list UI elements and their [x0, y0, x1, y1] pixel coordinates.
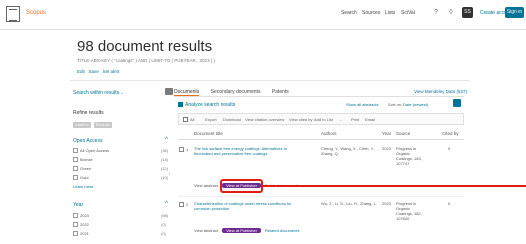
- facet-item[interactable]: 2023 (98): [73, 213, 168, 219]
- source[interactable]: Progress in Organic Coatings, 182, 10764…: [396, 201, 426, 221]
- document-title-link[interactable]: The low surface free energy coatings: Al…: [194, 146, 304, 156]
- search-query: TITLE-ABS-KEY ( "coatings" ) AND ( LIMIT…: [77, 58, 216, 63]
- facet-item[interactable]: All Open Access (36): [73, 148, 168, 154]
- annotation-highlight-box: [220, 179, 263, 193]
- col-source[interactable]: Source: [396, 131, 410, 136]
- search-within-button[interactable]: [165, 88, 173, 95]
- exclude-button[interactable]: Exclude: [94, 122, 112, 128]
- view-cited-by-button[interactable]: View cited by: [289, 117, 313, 122]
- row-divider: [178, 196, 464, 197]
- tab-documents[interactable]: Documents: [174, 89, 200, 96]
- checkbox[interactable]: [73, 175, 78, 181]
- download-button[interactable]: Download: [223, 117, 241, 122]
- email-icon[interactable]: Email: [365, 117, 375, 122]
- search-within-input[interactable]: Search within results...: [73, 90, 123, 96]
- facet-item[interactable]: Gold (10): [73, 175, 168, 181]
- year: 2023: [382, 146, 391, 151]
- checkbox[interactable]: [73, 166, 78, 172]
- authors[interactable]: Wu, Z., Li, S., Liu, H., Zhang, L.: [321, 201, 377, 206]
- chevron-up-icon[interactable]: ^: [165, 137, 168, 143]
- row-number: 1: [186, 147, 189, 152]
- checkbox[interactable]: [73, 213, 78, 219]
- learn-more-link[interactable]: Learn more: [73, 184, 93, 189]
- document-title-link[interactable]: Characterization of coatings under stres…: [194, 201, 304, 211]
- table-header-divider: [178, 139, 464, 140]
- year: 2023: [382, 201, 391, 206]
- facet-item[interactable]: 2021 (0): [73, 231, 166, 237]
- cited-by[interactable]: 0: [448, 201, 450, 206]
- row-actions: View abstract View at Publisher Related …: [194, 228, 300, 233]
- chart-icon: [178, 102, 183, 108]
- more-icon[interactable]: ...: [339, 117, 342, 122]
- add-to-list-button[interactable]: Add to List: [314, 117, 333, 122]
- refine-heading: Refine results: [73, 110, 104, 116]
- facet-item[interactable]: Green (12): [73, 166, 168, 172]
- row-checkbox[interactable]: [179, 202, 184, 207]
- facet-item[interactable]: Bronze (14): [73, 157, 168, 163]
- help-icon[interactable]: ?: [432, 9, 440, 17]
- show-all-abstracts-link[interactable]: Show all abstracts: [346, 102, 378, 107]
- chevron-up-icon[interactable]: ^: [165, 201, 168, 207]
- col-cited[interactable]: Cited by: [442, 131, 459, 136]
- elsevier-logo-icon[interactable]: [6, 6, 20, 22]
- refine-panel: Search within results... Refine results …: [70, 84, 173, 244]
- nav-search[interactable]: Search: [341, 10, 357, 16]
- citation-overview-button[interactable]: View citation overview: [245, 117, 284, 122]
- sign-in-button[interactable]: Sign in: [505, 7, 524, 18]
- brand-name[interactable]: Scopus: [26, 10, 46, 16]
- view-abstract-link[interactable]: View abstract: [194, 228, 218, 233]
- limit-to-button[interactable]: Limit to: [73, 122, 91, 128]
- page-title: 98 document results: [77, 38, 213, 55]
- tabs-divider: [174, 96, 464, 97]
- save-link[interactable]: Save: [89, 69, 99, 74]
- checkbox[interactable]: [73, 148, 78, 154]
- results-toolbar: All Export Download View citation overvi…: [178, 113, 464, 125]
- export-button[interactable]: Export: [205, 117, 217, 122]
- analyze-results-link[interactable]: Analyze search results: [178, 102, 235, 108]
- set-alert-link[interactable]: Set alert: [103, 69, 120, 74]
- view-abstract-link[interactable]: View abstract: [194, 183, 218, 188]
- nav-lists[interactable]: Lists: [385, 10, 395, 16]
- mendeley-data-link[interactable]: View Mendeley Data (527): [414, 89, 467, 94]
- tab-secondary-documents[interactable]: Secondary documents: [211, 89, 261, 95]
- checkbox[interactable]: [73, 231, 78, 237]
- cited-by[interactable]: 0: [448, 146, 450, 151]
- feedback-arrow-icon[interactable]: ›: [169, 171, 173, 176]
- authors[interactable]: Cheng, Y., Wang, X., Chen, Y., Zhang, Q.: [321, 146, 377, 156]
- print-icon[interactable]: Print: [351, 117, 359, 122]
- nav-scival[interactable]: SciVal: [401, 10, 415, 16]
- select-all-checkbox[interactable]: [183, 117, 188, 122]
- row-number: 2: [186, 202, 189, 207]
- checkbox[interactable]: [73, 157, 78, 163]
- table-row: 2 Characterization of coatings under str…: [178, 200, 464, 230]
- bell-icon[interactable]: ◊: [447, 9, 455, 17]
- annotation-pointer-line: [263, 184, 526, 187]
- query-actions: Edit Save Set alert: [77, 69, 119, 74]
- row-checkbox[interactable]: [179, 147, 184, 152]
- checkbox[interactable]: [73, 222, 78, 228]
- facet-item[interactable]: 2022 (0): [73, 222, 166, 228]
- source[interactable]: Progress in Organic Coatings, 183, 10774…: [396, 146, 426, 166]
- divider: [70, 80, 470, 81]
- result-tabs: Documents Secondary documents Patents: [174, 89, 299, 96]
- sort-dropdown-button[interactable]: [453, 99, 461, 107]
- edit-link[interactable]: Edit: [77, 69, 85, 74]
- col-authors[interactable]: Authors: [321, 131, 337, 136]
- col-title[interactable]: Document title: [194, 131, 223, 136]
- view-at-publisher-button[interactable]: View at Publisher: [222, 228, 261, 233]
- open-access-heading[interactable]: Open Access: [73, 138, 102, 144]
- avatar[interactable]: SS: [462, 7, 473, 18]
- col-year[interactable]: Year: [382, 131, 391, 136]
- tab-patents[interactable]: Patents: [272, 89, 289, 95]
- top-bar: Scopus Search Sources Lists SciVal ? ◊ S…: [0, 0, 526, 30]
- nav-sources[interactable]: Sources: [362, 10, 380, 16]
- sort-by[interactable]: Sort on: Date (newest): [388, 102, 428, 107]
- related-documents-link[interactable]: Related documents: [265, 228, 299, 233]
- all-dropdown[interactable]: All: [190, 117, 194, 122]
- year-heading[interactable]: Year: [73, 202, 83, 208]
